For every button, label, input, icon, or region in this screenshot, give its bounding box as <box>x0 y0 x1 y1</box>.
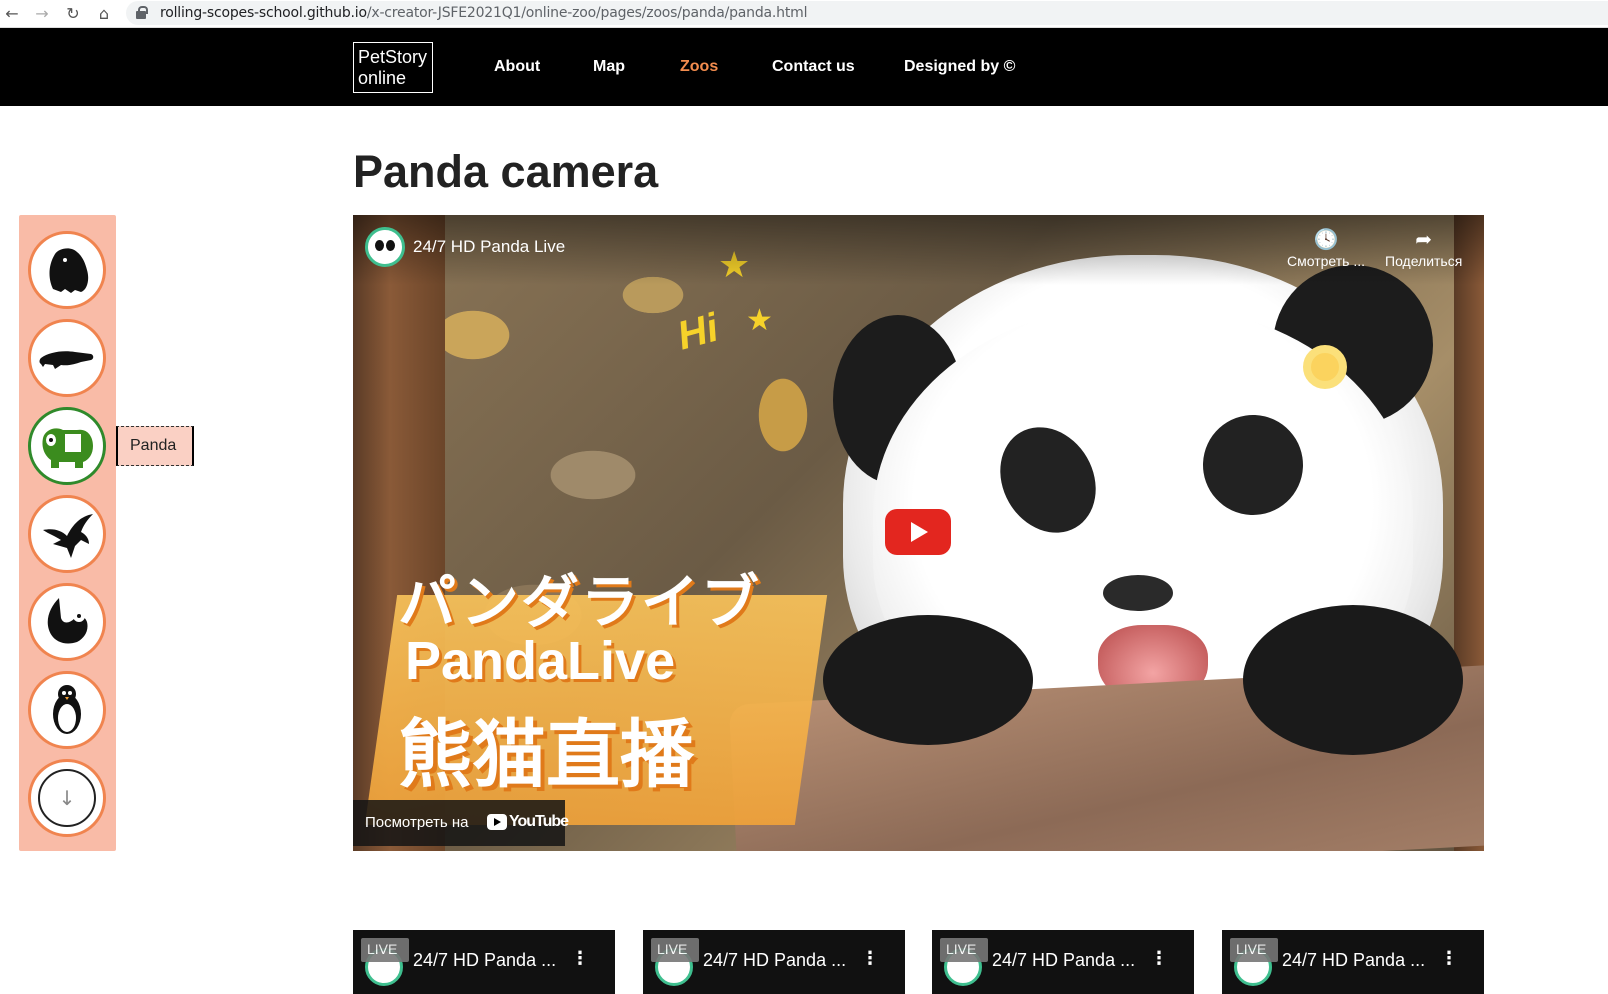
gorilla-icon <box>49 248 89 293</box>
sidebar-scroll-down-button[interactable]: ↓ <box>28 759 106 837</box>
nav-about[interactable]: About <box>494 58 540 76</box>
star-sticker: ★ <box>746 303 773 338</box>
channel-avatar[interactable] <box>365 227 405 267</box>
watch-later-label: Смотреть ... <box>1287 253 1365 269</box>
sidebar-item-eagle[interactable] <box>28 495 106 573</box>
thumbnail-title: 24/7 HD Panda ... <box>413 950 557 970</box>
more-options-icon[interactable]: ⋮ <box>571 948 589 969</box>
site-header: PetStory online About Map Zoos Contact u… <box>0 28 1608 106</box>
sloth-icon <box>47 598 88 644</box>
arrow-right-icon[interactable]: → <box>32 4 52 24</box>
browser-toolbar: ← → ↻ ⌂ rolling-scopes-school.github.io/… <box>0 0 1608 28</box>
live-badge: LIVE <box>1230 938 1278 962</box>
nav-contact-us[interactable]: Contact us <box>772 58 855 76</box>
clock-icon: 🕓 <box>1313 227 1339 251</box>
more-options-icon[interactable]: ⋮ <box>861 948 879 969</box>
video-player[interactable]: ★ ★ Hi パンダライブ PandaLive 熊猫直播 24/7 HD Pan… <box>353 215 1484 851</box>
thumbnail-title: 24/7 HD Panda ... <box>1282 950 1426 970</box>
nav-zoos[interactable]: Zoos <box>680 58 718 76</box>
video-thumbnail-1[interactable]: LIVE 24/7 HD Panda ... ⋮ <box>353 930 615 994</box>
sidebar-item-gorilla[interactable] <box>28 231 106 309</box>
url-text: rolling-scopes-school.github.io/x-creato… <box>160 5 808 21</box>
animal-sidebar: ↓ <box>19 215 116 851</box>
flower-sticker <box>1303 345 1347 389</box>
video-thumbnail-3[interactable]: LIVE 24/7 HD Panda ... ⋮ <box>932 930 1194 994</box>
nav-designed-by[interactable]: Designed by © <box>904 58 1015 76</box>
more-options-icon[interactable]: ⋮ <box>1150 948 1168 969</box>
logo-line-2: online <box>358 68 407 88</box>
panda-nose <box>1103 575 1173 611</box>
share-button[interactable]: ➦ Поделиться <box>1385 227 1462 269</box>
sidebar-tooltip: Panda <box>116 426 194 466</box>
arrow-down-icon: ↓ <box>38 769 96 827</box>
home-icon[interactable]: ⌂ <box>94 4 114 24</box>
more-options-icon[interactable]: ⋮ <box>1440 948 1458 969</box>
watch-on-label: Посмотреть на <box>365 814 469 831</box>
lock-icon <box>136 6 148 19</box>
share-icon: ➦ <box>1415 227 1433 251</box>
panda-paw-right <box>1243 605 1463 755</box>
logo-line-1: PetStory <box>358 47 428 67</box>
thumbnail-title: 24/7 HD Panda ... <box>703 950 847 970</box>
logo[interactable]: PetStory online <box>353 42 433 93</box>
alligator-icon <box>39 351 94 369</box>
thumbnail-title: 24/7 HD Panda ... <box>992 950 1136 970</box>
live-badge: LIVE <box>940 938 988 962</box>
overlay-english-text: PandaLive <box>405 631 676 691</box>
sidebar-item-sloth[interactable] <box>28 583 106 661</box>
sidebar-item-panda[interactable] <box>28 407 106 485</box>
arrow-left-icon[interactable]: ← <box>2 4 22 24</box>
reload-icon[interactable]: ↻ <box>63 4 83 24</box>
penguin-icon <box>53 685 81 734</box>
sidebar-item-alligator[interactable] <box>28 319 106 397</box>
nav-map[interactable]: Map <box>593 58 625 76</box>
overlay-japanese-text: パンダライブ <box>398 568 761 636</box>
live-badge: LIVE <box>361 938 409 962</box>
sidebar-item-penguin[interactable] <box>28 671 106 749</box>
video-title[interactable]: 24/7 HD Panda Live <box>413 237 565 257</box>
watch-on-youtube-button[interactable]: Посмотреть на YouTube <box>353 800 569 846</box>
address-bar[interactable]: rolling-scopes-school.github.io/x-creato… <box>126 1 1608 25</box>
youtube-wordmark: YouTube <box>509 813 569 830</box>
share-label: Поделиться <box>1385 253 1463 269</box>
video-thumbnail-2[interactable]: LIVE 24/7 HD Panda ... ⋮ <box>643 930 905 994</box>
panda-paw-left <box>823 615 1033 745</box>
watch-later-button[interactable]: 🕓 Смотреть ... <box>1287 227 1365 269</box>
play-button[interactable] <box>885 509 951 555</box>
panda-icon <box>42 428 93 468</box>
page-title: Panda camera <box>353 146 659 197</box>
youtube-logo-icon <box>487 814 507 830</box>
overlay-chinese-text: 熊猫直播 <box>398 712 694 798</box>
video-thumbnail-4[interactable]: LIVE 24/7 HD Panda ... ⋮ <box>1222 930 1484 994</box>
eagle-icon <box>43 514 93 558</box>
live-badge: LIVE <box>651 938 699 962</box>
